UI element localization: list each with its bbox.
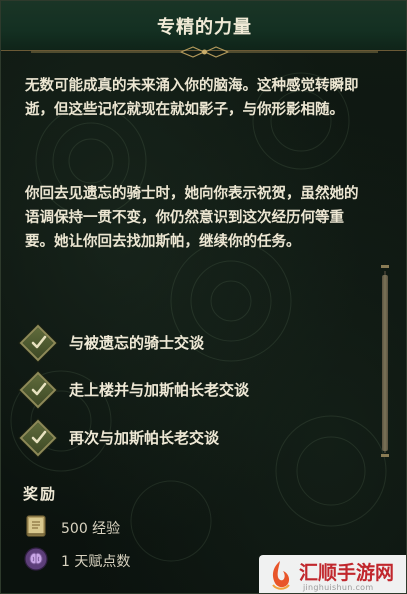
quest-description-paragraph-1: 无数可能成真的未来涌入你的脑海。这种感觉转瞬即逝，但这些记忆就现在就如影子，与你… [25, 78, 359, 118]
scrollbar[interactable] [381, 265, 389, 457]
objective-label: 再次与加斯帕长老交谈 [69, 429, 220, 447]
watermark-title: 汇顺手游网 [299, 562, 395, 584]
objective-item: 与被遗忘的骑士交谈 [19, 324, 351, 362]
quest-description-paragraph-2: 你回去见遗忘的骑士时，她向你表示祝贺，虽然她的语调保持一贯不变，你仍然意识到这次… [25, 186, 359, 250]
rewards-heading: 奖励 [23, 485, 58, 503]
scrollbar-thumb[interactable] [382, 275, 388, 451]
reward-experience-text: 500 经验 [61, 521, 121, 537]
site-watermark: 汇顺手游网 jinghuishun.com [259, 555, 406, 593]
reward-talent-text: 1 天赋点数 [61, 554, 131, 570]
quest-title: 专精的力量 [157, 17, 252, 38]
watermark-url: jinghuishun.com [303, 583, 374, 592]
quest-header: 专精的力量 [1, 1, 406, 58]
objective-label: 走上楼并与加斯帕长老交谈 [69, 381, 250, 399]
experience-book-icon [26, 515, 46, 537]
objective-label: 与被遗忘的骑士交谈 [69, 334, 205, 352]
talent-brain-icon [24, 547, 48, 571]
watermark-logo [272, 561, 290, 590]
scrollbar-cap-bottom [381, 454, 389, 457]
objective-item: 走上楼并与加斯帕长老交谈 [19, 371, 351, 409]
checkmark-icon [31, 335, 47, 349]
scrollbar-cap-top [381, 265, 389, 268]
reward-talent: 1 天赋点数 [23, 546, 243, 574]
checkmark-icon [31, 430, 47, 444]
reward-experience: 500 经验 [23, 513, 243, 541]
objective-item: 再次与加斯帕长老交谈 [19, 419, 351, 457]
checkmark-icon [31, 382, 47, 396]
header-ornament [31, 46, 378, 58]
quest-panel: 专精的力量 无数可能成真的未来涌入你的脑海。这种感觉转瞬即逝，但这些记忆就现在就… [0, 0, 407, 594]
